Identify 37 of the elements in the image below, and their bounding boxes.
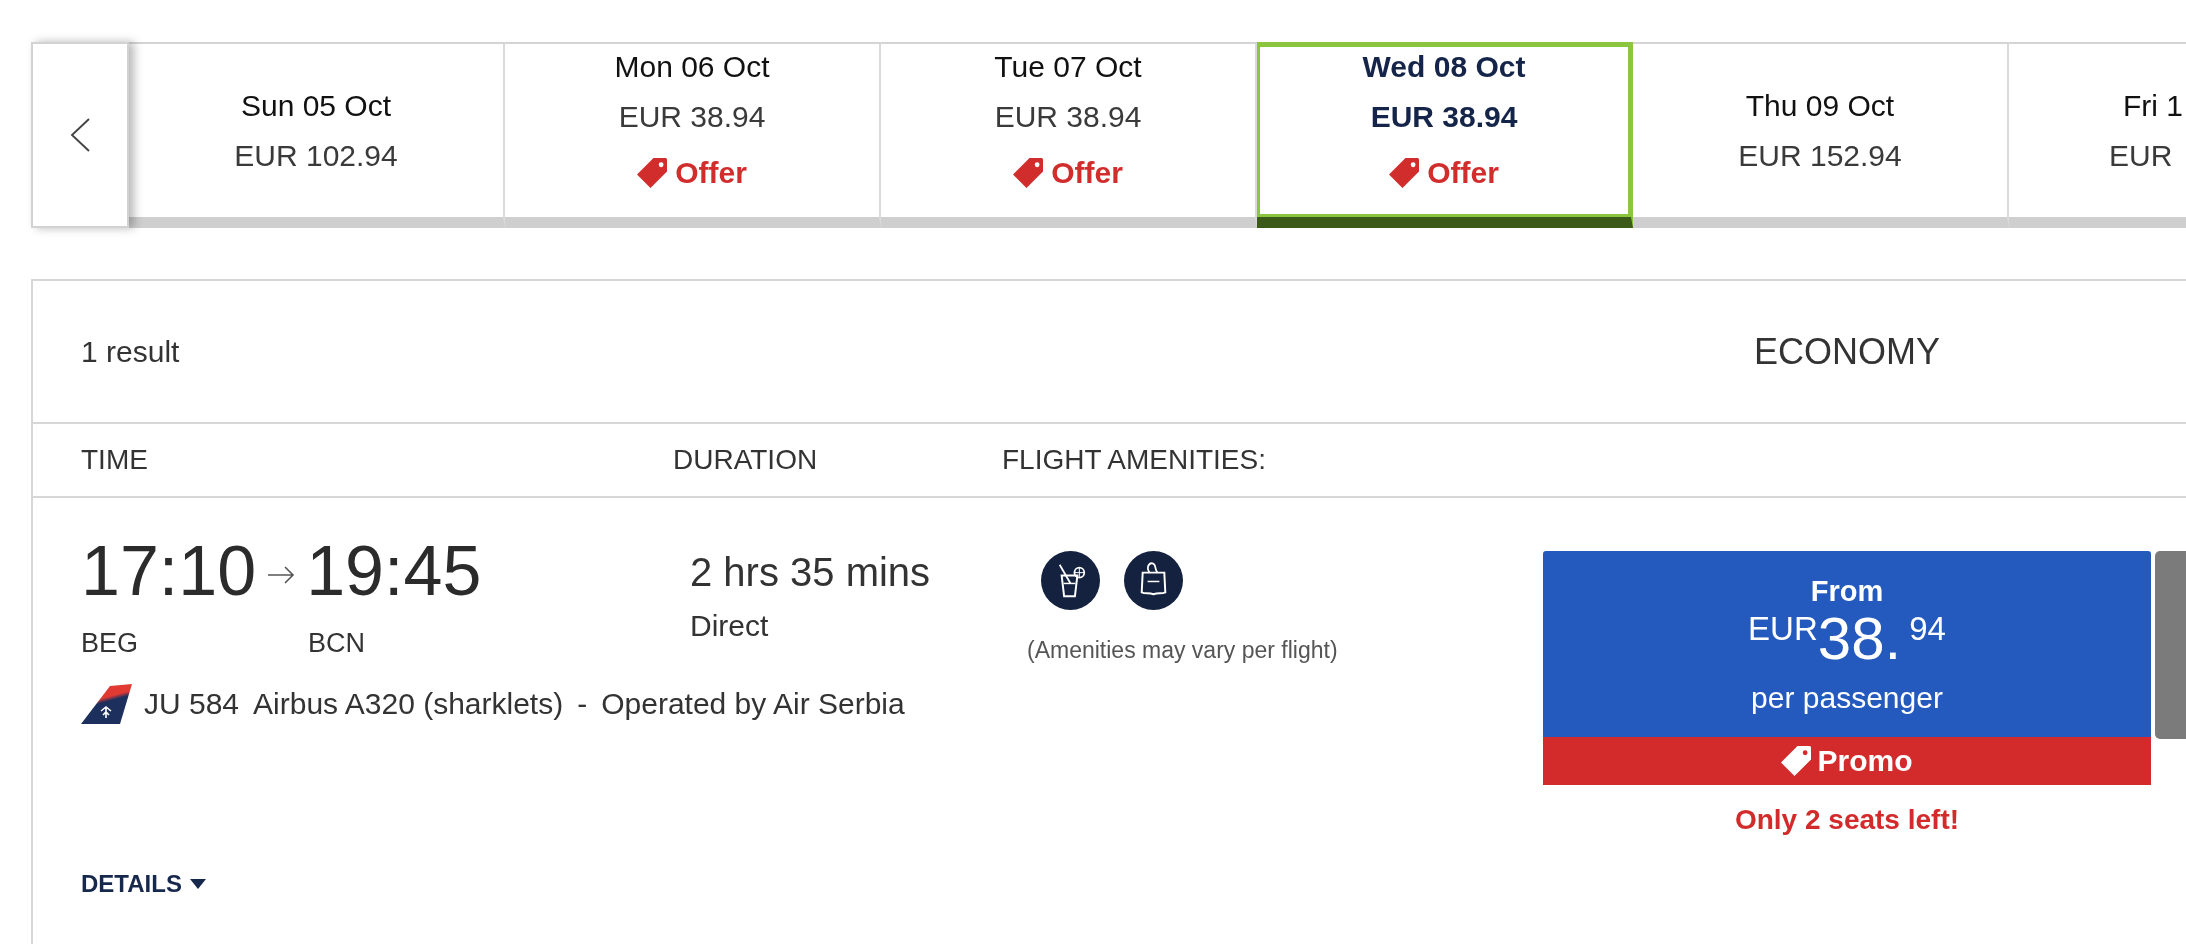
- date-tab[interactable]: Tue 07 Oct EUR 38.94 Offer: [881, 42, 1257, 228]
- airline-tail-icon: [81, 684, 132, 724]
- drink-glass-icon: [1041, 551, 1100, 610]
- origin-code: BEG: [81, 627, 140, 660]
- cabin-class-heading: ECONOMY: [1754, 330, 1940, 373]
- tag-icon: [637, 157, 668, 188]
- prev-date-button[interactable]: [31, 42, 129, 228]
- date-tab[interactable]: Thu 09 Oct EUR 152.94: [1633, 42, 2009, 228]
- date-tab[interactable]: Mon 06 Oct EUR 38.94 Offer: [505, 42, 881, 228]
- flight-number: JU 584: [144, 686, 240, 722]
- operator-text: Operated by Air Serbia: [601, 686, 905, 722]
- amenities-note: (Amenities may vary per flight): [1027, 636, 1338, 664]
- column-header: TIME: [81, 444, 148, 476]
- details-link[interactable]: DETAILS: [81, 869, 206, 899]
- date-tab[interactable]: Sun 05 Oct EUR 102.94: [129, 42, 505, 228]
- seats-left-notice: Only 2 seats left!: [1733, 803, 1961, 837]
- tag-icon: [1013, 157, 1044, 188]
- column-header: FLIGHT AMENITIES:: [1002, 444, 1266, 476]
- date-tab[interactable]: Wed 08 Oct EUR 38.94 Offer: [1257, 42, 1633, 228]
- aircraft-type: Airbus A320 (sharklets): [253, 686, 564, 722]
- separator-text: -: [577, 686, 588, 722]
- duration-text: 2 hrs 35 mins: [690, 552, 931, 592]
- departure-time: 17:10: [81, 536, 257, 606]
- arrival-time: 19:45: [306, 536, 482, 606]
- snack-bag-icon: [1124, 551, 1183, 610]
- fare-option-button[interactable]: [2155, 551, 2186, 739]
- tag-icon: [1781, 746, 1812, 776]
- stops-text: Direct: [690, 608, 769, 644]
- date-tab[interactable]: Fri 1 EUR: [2009, 42, 2186, 228]
- arrow-right-icon: [267, 566, 296, 584]
- tag-icon: [1389, 157, 1420, 188]
- destination-code: BCN: [308, 627, 365, 660]
- result-count: 1 result: [81, 334, 180, 369]
- caret-down-icon: [189, 879, 206, 889]
- chevron-left-icon: [69, 118, 91, 152]
- promo-label: Promo: [1817, 743, 1913, 779]
- column-header: DURATION: [673, 444, 818, 476]
